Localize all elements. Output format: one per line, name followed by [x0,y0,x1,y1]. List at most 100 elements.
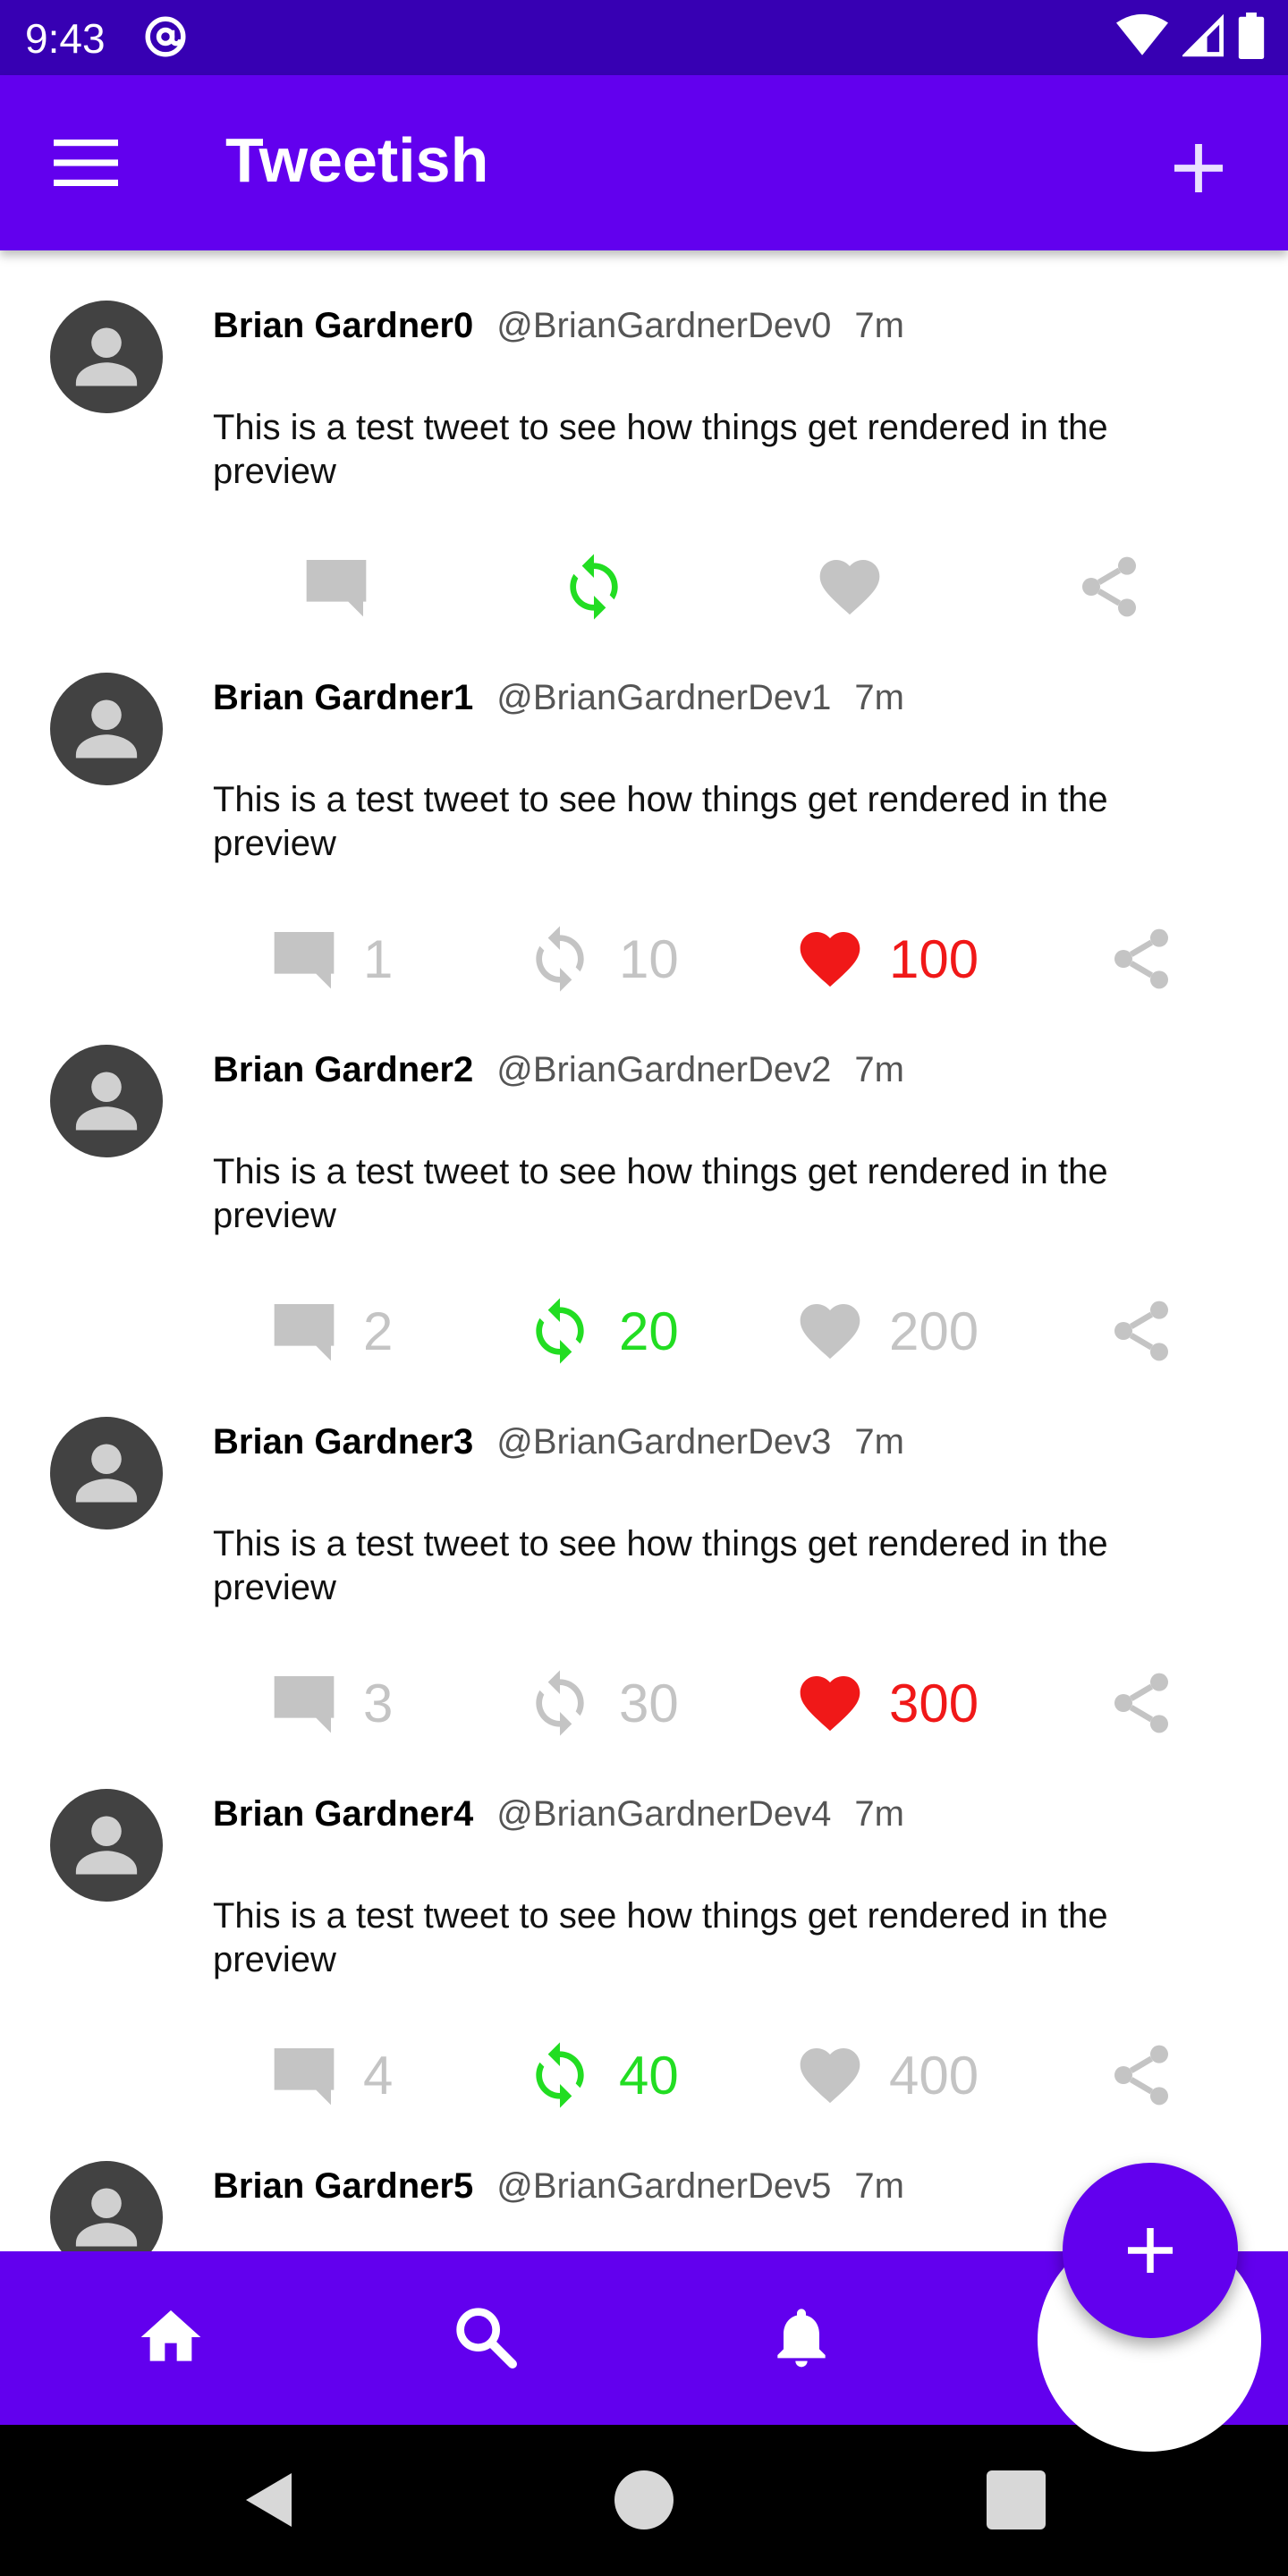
tweet-header: Brian Gardner4 @BrianGardnerDev4 7m [213,1792,904,1835]
comment-icon [274,2048,335,2106]
person-icon [75,1816,138,1875]
comment-button[interactable]: 2 [268,1295,393,1367]
avatar[interactable] [50,2161,163,2251]
author-handle[interactable]: @BrianGardnerDev4 [496,1794,831,1834]
status-bar: 9:43 [0,0,1288,75]
heart-icon [800,2048,860,2104]
like-count: 400 [889,2045,979,2106]
person-icon [75,327,138,386]
author-handle[interactable]: @BrianGardnerDev1 [496,678,831,717]
menu-icon[interactable] [54,140,118,186]
tweet-header: Brian Gardner0 @BrianGardnerDev0 7m [213,304,904,347]
share-button[interactable] [1106,1667,1177,1739]
compose-fab[interactable] [1063,2163,1238,2338]
like-count: 100 [889,928,979,989]
search-icon[interactable] [450,2301,521,2373]
retweet-count: 40 [619,2045,679,2106]
tweet-time: 7m [854,1050,904,1089]
author-name[interactable]: Brian Gardner4 [213,1794,473,1834]
heart-icon [800,1304,860,1360]
like-button[interactable]: 300 [794,1667,979,1739]
tweet-text: This is a test tweet to see how things g… [213,1152,1108,1235]
share-icon [1114,1301,1168,1361]
tweet-text: This is a test tweet to see how things g… [213,780,1108,863]
avatar[interactable] [50,1417,163,1530]
heart-icon [819,560,880,615]
comment-button[interactable] [301,551,372,623]
back-icon[interactable] [238,2468,302,2532]
author-name[interactable]: Brian Gardner0 [213,306,473,345]
avatar[interactable] [50,1789,163,1902]
like-button[interactable]: 100 [794,923,979,995]
status-icons [1116,13,1265,59]
avatar[interactable] [50,301,163,413]
retweet-button[interactable]: 40 [524,2039,679,2111]
tweet-item[interactable]: Brian Gardner4 @BrianGardnerDev4 7m This is… [0,1739,1288,2111]
home-icon[interactable] [135,2301,207,2373]
comment-count: 2 [363,1301,394,1361]
author-handle[interactable]: @BrianGardnerDev0 [496,306,831,345]
author-handle[interactable]: @BrianGardnerDev5 [496,2166,831,2206]
comment-button[interactable]: 3 [268,1667,393,1739]
comment-button[interactable]: 1 [268,923,393,995]
tweet-item[interactable]: Brian Gardner2 @BrianGardnerDev2 7m This is… [0,995,1288,1367]
author-handle[interactable]: @BrianGardnerDev3 [496,1422,831,1462]
retweet-button[interactable]: 30 [524,1667,679,1739]
retweet-icon [536,1670,584,1736]
avatar[interactable] [50,673,163,785]
person-icon [75,2188,138,2247]
home-button-icon[interactable] [612,2468,676,2532]
share-icon [1114,1673,1168,1733]
comment-count: 4 [363,2045,394,2106]
battery-icon [1238,13,1265,59]
app-title: Tweetish [225,125,489,195]
tweet-item[interactable]: Brian Gardner0 @BrianGardnerDev0 7m This is… [0,250,1288,623]
retweet-icon [536,2042,584,2108]
tweet-header: Brian Gardner2 @BrianGardnerDev2 7m [213,1048,904,1091]
author-name[interactable]: Brian Gardner2 [213,1050,473,1089]
comment-icon [274,932,335,989]
author-name[interactable]: Brian Gardner3 [213,1422,473,1462]
share-button[interactable] [1106,1295,1177,1367]
retweet-count: 30 [619,1673,679,1733]
tweet-item[interactable]: Brian Gardner1 @BrianGardnerDev1 7m This is… [0,623,1288,995]
like-button[interactable]: 200 [794,1295,979,1367]
author-name[interactable]: Brian Gardner5 [213,2166,473,2206]
author-handle[interactable]: @BrianGardnerDev2 [496,1050,831,1089]
tweet-item[interactable]: Brian Gardner3 @BrianGardnerDev3 7m This is… [0,1367,1288,1739]
comment-button[interactable]: 4 [268,2039,393,2111]
person-icon [75,1072,138,1131]
comment-icon [274,1676,335,1733]
retweet-button[interactable] [558,551,630,623]
retweet-icon [536,1298,584,1364]
tweet-text: This is a test tweet to see how things g… [213,1524,1108,1607]
share-button[interactable] [1073,551,1145,623]
app-bar: Tweetish [0,75,1288,250]
share-icon [1082,556,1136,617]
tweet-header: Brian Gardner3 @BrianGardnerDev3 7m [213,1420,904,1463]
retweet-button[interactable]: 10 [524,923,679,995]
avatar[interactable] [50,1045,163,1157]
share-button[interactable] [1106,923,1177,995]
retweet-button[interactable]: 20 [524,1295,679,1367]
comment-icon [306,560,367,617]
retweet-icon [536,926,584,992]
add-icon[interactable] [1166,136,1231,200]
recents-icon[interactable] [984,2468,1048,2532]
like-button[interactable]: 400 [794,2039,979,2111]
like-count: 300 [889,1673,979,1733]
like-count: 200 [889,1301,979,1361]
tweet-time: 7m [854,1422,904,1462]
comment-icon [274,1304,335,1361]
share-icon [1114,2045,1168,2106]
share-button[interactable] [1106,2039,1177,2111]
author-name[interactable]: Brian Gardner1 [213,678,473,717]
tweet-feed[interactable]: Brian Gardner0 @BrianGardnerDev0 7m This is… [0,250,1288,2251]
bell-icon[interactable] [766,2301,837,2373]
tweet-header: Brian Gardner5 @BrianGardnerDev5 7m [213,2165,904,2207]
retweet-count: 10 [619,928,679,989]
heart-icon [800,1676,860,1732]
like-button[interactable] [814,551,886,623]
tweet-header: Brian Gardner1 @BrianGardnerDev1 7m [213,676,904,719]
person-icon [75,699,138,758]
